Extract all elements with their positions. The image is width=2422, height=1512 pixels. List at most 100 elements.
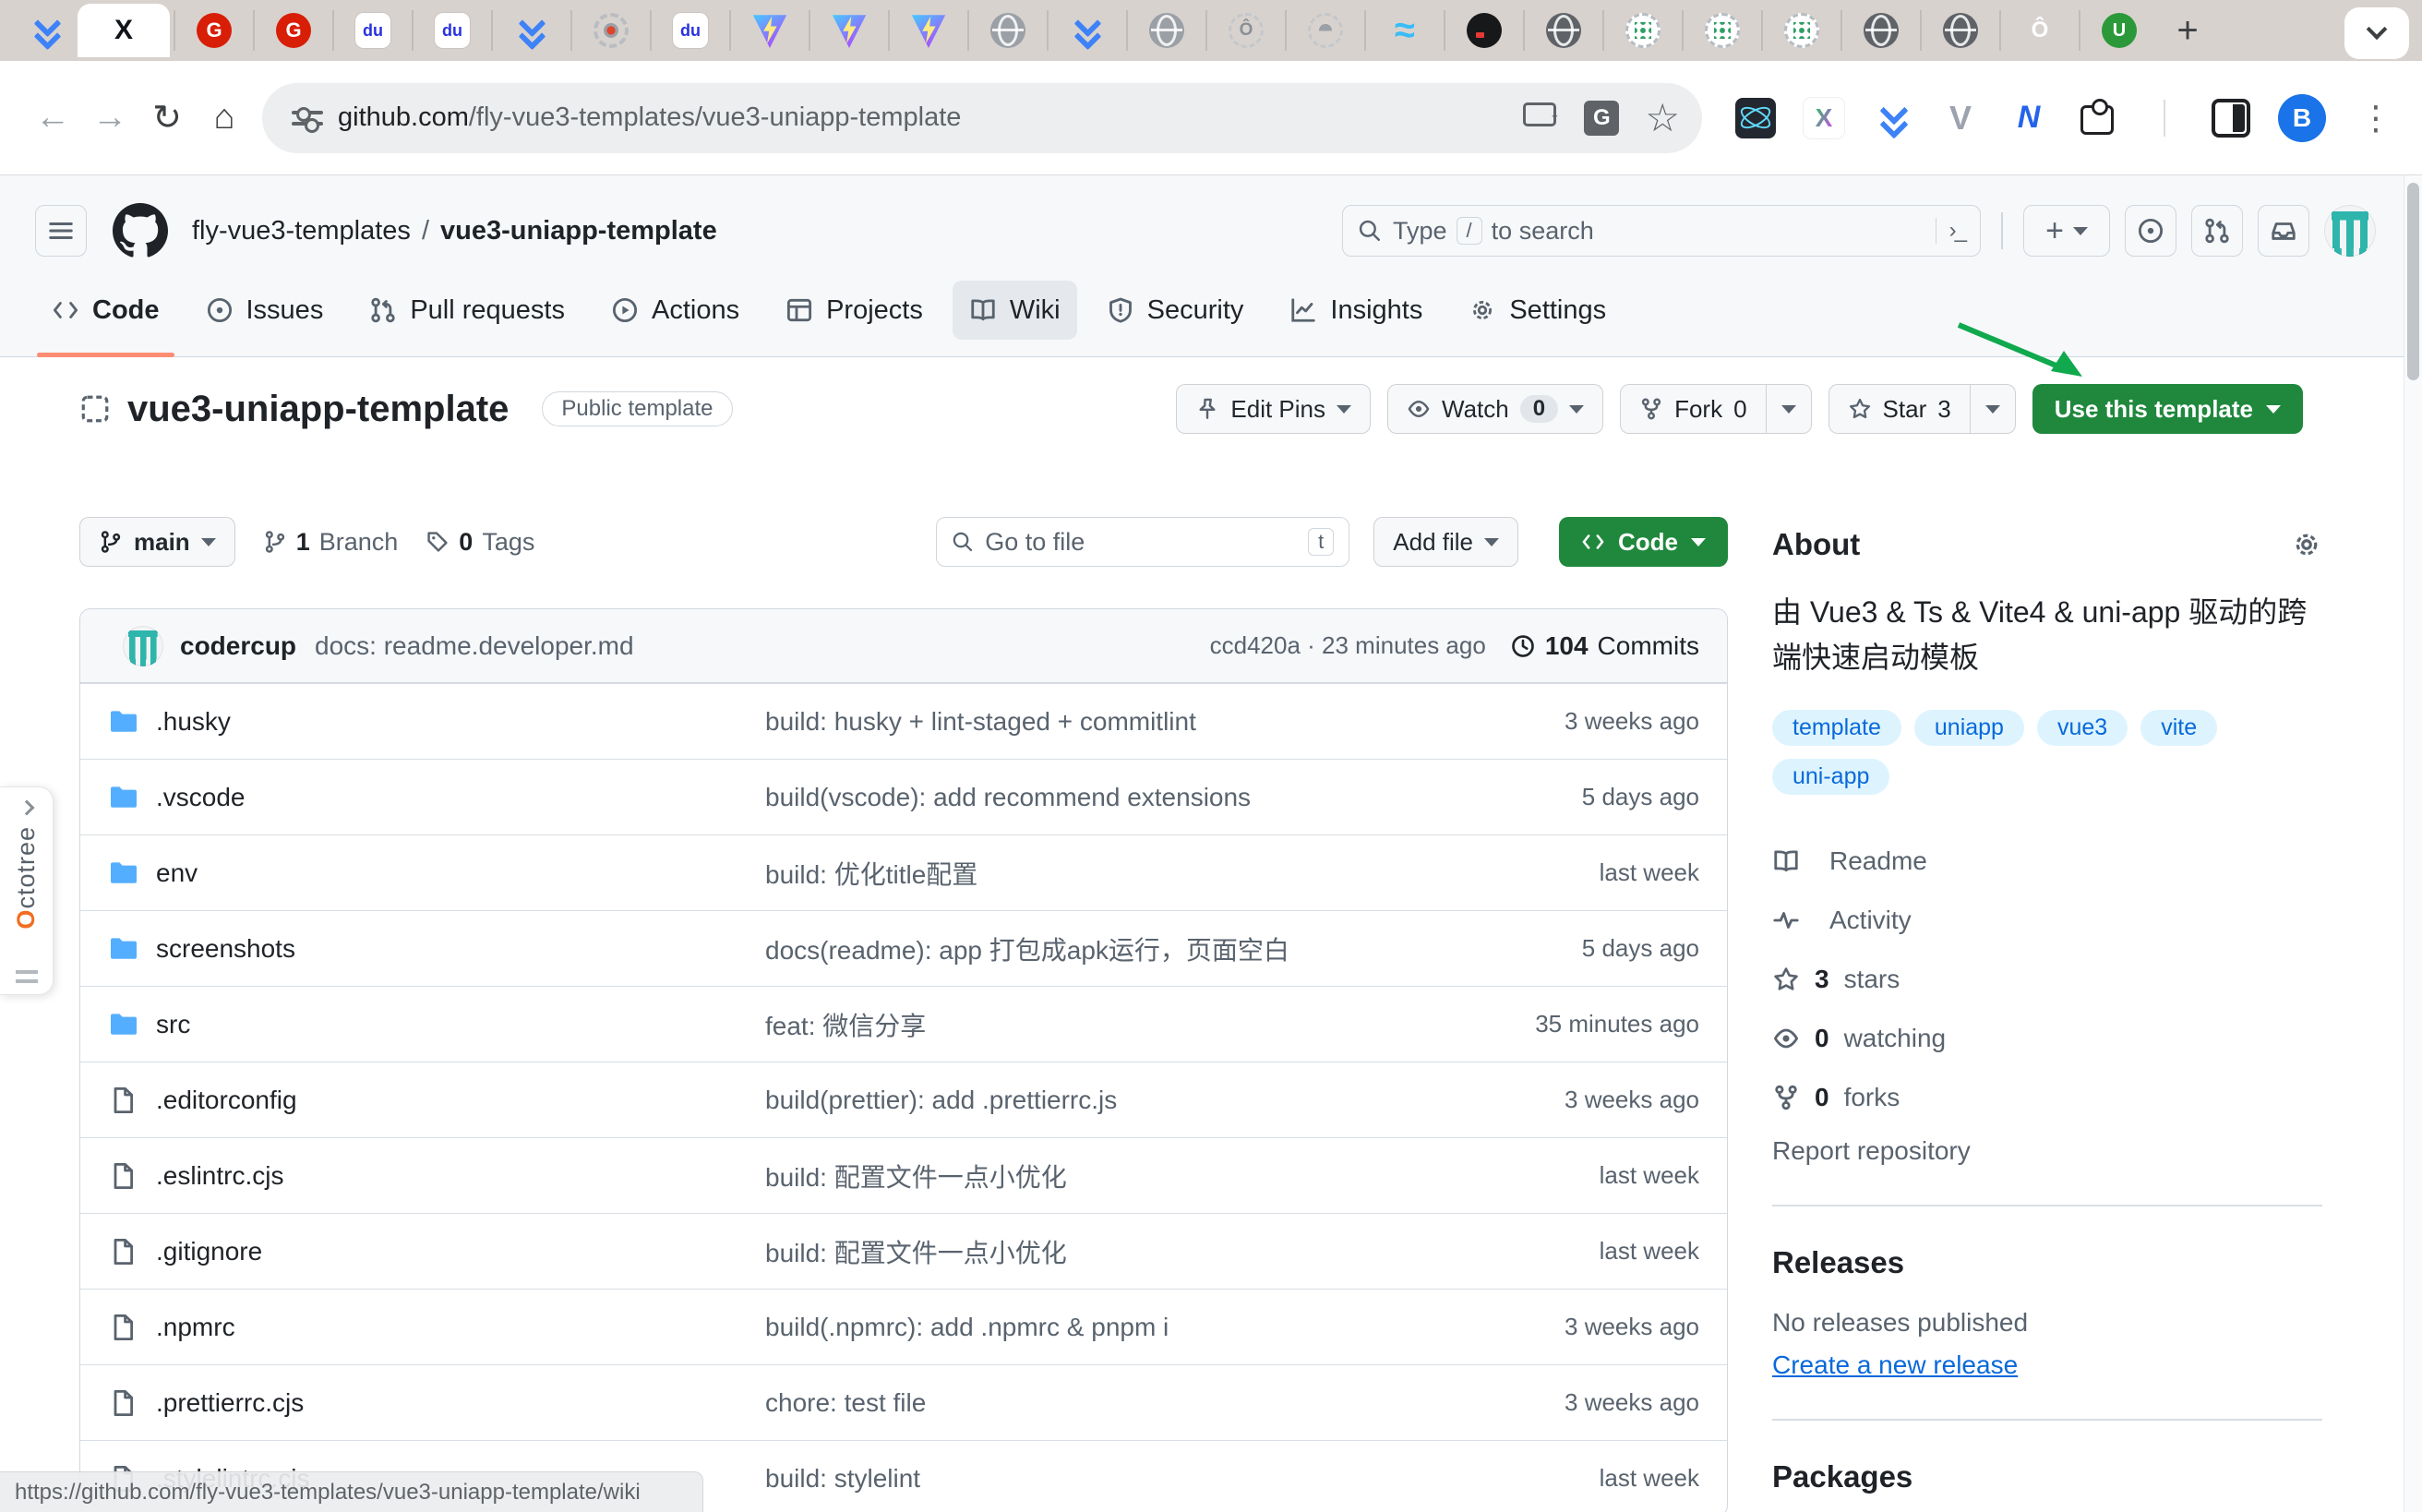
browser-tab[interactable] xyxy=(729,10,809,51)
table-row[interactable]: .editorconfig build(prettier): add .pret… xyxy=(80,1062,1727,1137)
github-logo-icon[interactable] xyxy=(113,203,168,258)
browser-tab[interactable] xyxy=(1285,10,1364,51)
file-name-link[interactable]: src xyxy=(156,1010,190,1039)
create-release-link[interactable]: Create a new release xyxy=(1772,1350,2018,1380)
browser-tab[interactable] xyxy=(1523,10,1602,51)
browser-tab[interactable] xyxy=(1920,10,1999,51)
tab-pull-requests[interactable]: Pull requests xyxy=(353,281,582,340)
table-row[interactable]: .gitignore build: 配置文件一点小优化 last week xyxy=(80,1213,1727,1289)
scrollbar-thumb[interactable] xyxy=(2407,183,2419,380)
breadcrumb-org-link[interactable]: fly-vue3-templates xyxy=(192,216,411,246)
translate-icon[interactable]: G xyxy=(1584,101,1619,136)
browser-tab[interactable] xyxy=(888,10,967,51)
commit-history-link[interactable]: 104 Commits xyxy=(1510,631,1699,661)
commit-sha-time[interactable]: ccd420a · 23 minutes ago xyxy=(1210,631,1486,660)
active-tab[interactable] xyxy=(78,4,170,57)
tab-projects[interactable]: Projects xyxy=(769,281,940,340)
activity-link[interactable]: Activity xyxy=(1772,894,2322,946)
hamburger-menu-button[interactable] xyxy=(35,205,87,257)
x-extension-icon[interactable] xyxy=(1804,98,1844,138)
browser-tab[interactable] xyxy=(1364,10,1444,51)
row-commit-message[interactable]: build(.npmrc): add .npmrc & pnpm i xyxy=(765,1313,1469,1342)
site-settings-icon[interactable] xyxy=(292,102,323,134)
topic-tag[interactable]: uniapp xyxy=(1914,710,2024,746)
reload-button[interactable]: ↻ xyxy=(138,90,196,147)
file-name-link[interactable]: .vscode xyxy=(156,783,246,812)
commit-message-link[interactable]: docs: readme.developer.md xyxy=(315,631,634,661)
table-row[interactable]: screenshots docs(readme): app 打包成apk运行，页… xyxy=(80,910,1727,986)
row-commit-message[interactable]: chore: test file xyxy=(765,1388,1469,1418)
forks-link[interactable]: 0forks xyxy=(1772,1072,2322,1123)
url-text[interactable]: github.com/fly-vue3-templates/vue3-uniap… xyxy=(338,102,1506,133)
bookmark-star-icon[interactable]: ☆ xyxy=(1645,101,1680,136)
pull-requests-header-button[interactable] xyxy=(2191,205,2243,257)
page-scrollbar[interactable] xyxy=(2404,175,2422,1512)
watching-link[interactable]: 0watching xyxy=(1772,1013,2322,1064)
browser-tab[interactable] xyxy=(253,10,332,51)
fork-dropdown[interactable] xyxy=(1766,385,1811,433)
tab-code[interactable]: Code xyxy=(35,281,176,340)
breadcrumb-repo-link[interactable]: vue3-uniapp-template xyxy=(440,216,717,246)
pinned-tab[interactable] xyxy=(17,0,78,61)
browser-tab[interactable] xyxy=(491,10,570,51)
topic-tag[interactable]: template xyxy=(1772,710,1901,746)
topic-tag[interactable]: vue3 xyxy=(2037,710,2128,746)
browser-tab[interactable] xyxy=(2079,10,2158,51)
browser-tab[interactable] xyxy=(412,10,491,51)
browser-tab[interactable] xyxy=(809,10,888,51)
inbox-header-button[interactable] xyxy=(2258,205,2309,257)
table-row[interactable]: .husky build: husky + lint-staged + comm… xyxy=(80,683,1727,759)
browser-profile-avatar[interactable]: B xyxy=(2278,94,2326,142)
home-button[interactable]: ⌂ xyxy=(196,90,253,147)
file-name-link[interactable]: .editorconfig xyxy=(156,1086,297,1115)
add-file-button[interactable]: Add file xyxy=(1373,517,1518,567)
tab-search-button[interactable] xyxy=(2344,7,2409,59)
browser-tab[interactable] xyxy=(1047,10,1126,51)
browser-tab[interactable] xyxy=(1126,10,1205,51)
stars-link[interactable]: 3stars xyxy=(1772,954,2322,1005)
branches-link[interactable]: 1 Branch xyxy=(263,528,399,557)
user-avatar[interactable] xyxy=(2324,205,2376,257)
browser-tab[interactable] xyxy=(967,10,1047,51)
row-commit-message[interactable]: build: 配置文件一点小优化 xyxy=(765,1158,1469,1194)
table-row[interactable]: env build: 优化title配置 last week xyxy=(80,834,1727,910)
global-search-input[interactable]: Type / to search ›_ xyxy=(1342,205,1981,257)
tab-settings[interactable]: Settings xyxy=(1452,281,1623,340)
issues-header-button[interactable] xyxy=(2125,205,2176,257)
react-devtools-icon[interactable] xyxy=(1735,98,1776,138)
install-app-icon[interactable] xyxy=(1521,102,1558,134)
file-name-link[interactable]: env xyxy=(156,858,198,888)
tab-actions[interactable]: Actions xyxy=(594,281,756,340)
report-repository-link[interactable]: Report repository xyxy=(1772,1136,2322,1166)
browser-tab[interactable] xyxy=(1444,10,1523,51)
vue-devtools-icon[interactable] xyxy=(1940,98,1981,138)
browser-tab[interactable] xyxy=(570,10,650,51)
table-row[interactable]: .eslintrc.cjs build: 配置文件一点小优化 last week xyxy=(80,1137,1727,1213)
browser-tab[interactable] xyxy=(332,10,412,51)
tab-security[interactable]: Security xyxy=(1090,281,1261,340)
address-bar[interactable]: github.com/fly-vue3-templates/vue3-uniap… xyxy=(262,83,1702,153)
table-row[interactable]: .vscode build(vscode): add recommend ext… xyxy=(80,759,1727,834)
tags-link[interactable]: 0 Tags xyxy=(426,528,534,557)
extensions-puzzle-icon[interactable] xyxy=(2077,98,2117,138)
table-row[interactable]: .npmrc build(.npmrc): add .npmrc & pnpm … xyxy=(80,1289,1727,1364)
back-button[interactable]: ← xyxy=(24,90,81,147)
topic-tag[interactable]: uni-app xyxy=(1772,759,1889,795)
browser-tab[interactable] xyxy=(1761,10,1840,51)
topic-tag[interactable]: vite xyxy=(2140,710,2217,746)
star-button[interactable]: Star 3 xyxy=(1829,385,1970,433)
watch-button[interactable]: Watch 0 xyxy=(1387,384,1603,434)
code-button[interactable]: Code xyxy=(1559,517,1728,567)
row-commit-message[interactable]: build(prettier): add .prettierrc.js xyxy=(765,1086,1469,1115)
browser-tab[interactable] xyxy=(1205,10,1285,51)
file-name-link[interactable]: screenshots xyxy=(156,934,295,964)
command-palette-icon[interactable]: ›_ xyxy=(1936,218,1965,244)
n-extension-icon[interactable] xyxy=(2008,98,2049,138)
create-new-button[interactable]: + xyxy=(2023,205,2110,257)
table-row[interactable]: src feat: 微信分享 35 minutes ago xyxy=(80,986,1727,1062)
tab-issues[interactable]: Issues xyxy=(189,281,341,340)
browser-menu-icon[interactable]: ⋮ xyxy=(2359,99,2392,138)
file-name-link[interactable]: .eslintrc.cjs xyxy=(156,1161,283,1191)
new-tab-button[interactable]: + xyxy=(2158,1,2217,60)
row-commit-message[interactable]: build(vscode): add recommend extensions xyxy=(765,783,1469,812)
